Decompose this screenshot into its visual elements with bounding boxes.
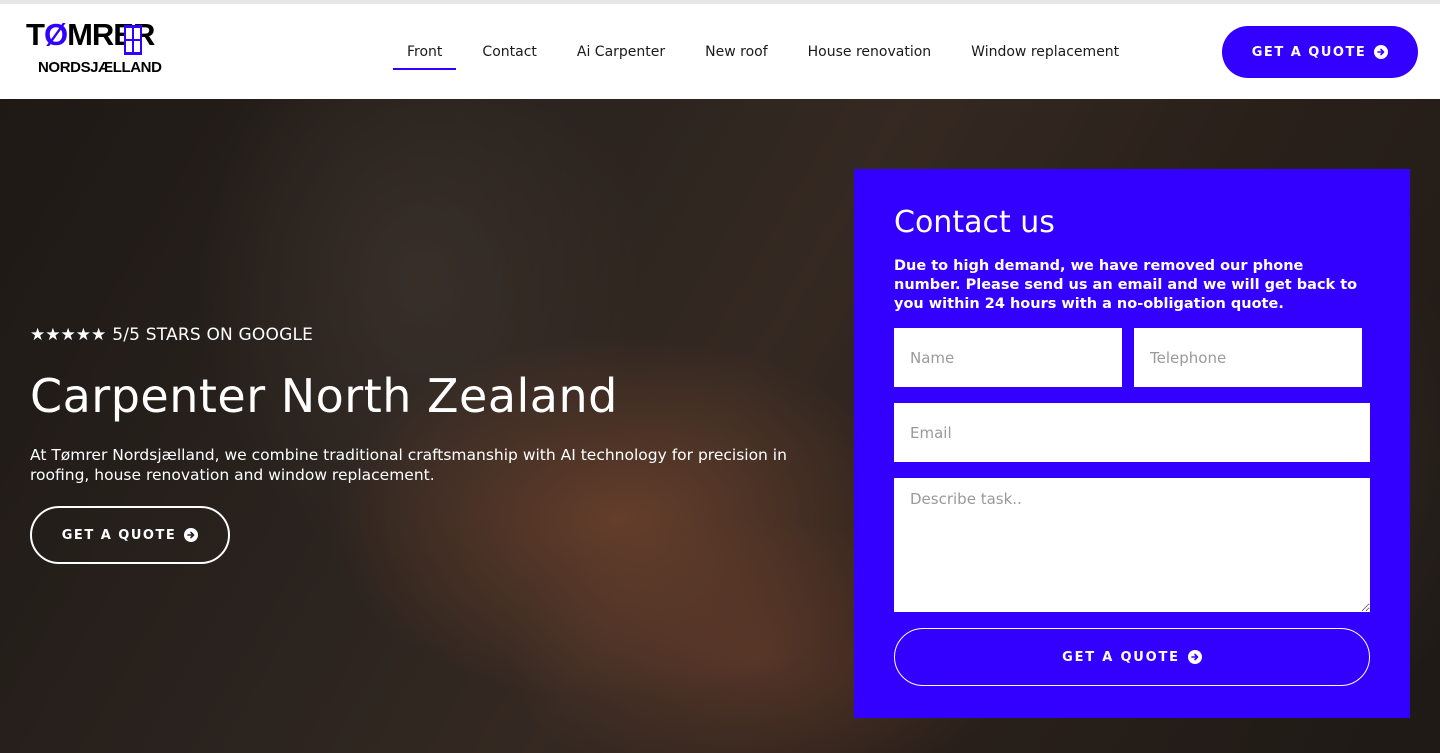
task-description-textarea[interactable] (894, 478, 1370, 612)
nav-item-window-replacement[interactable]: Window replacement (971, 32, 1119, 70)
nav-item-house-renovation[interactable]: House renovation (808, 32, 932, 70)
star-rating-icon: ★★★★★ (30, 325, 107, 345)
logo[interactable]: TØMRER NORDSJÆLLAND (26, 17, 162, 81)
hero-title: Carpenter North Zealand (30, 369, 618, 423)
nav-item-ai-carpenter[interactable]: Ai Carpenter (577, 32, 665, 70)
logo-wordmark-bottom: NORDSJÆLLAND (38, 59, 162, 76)
header-get-quote-button[interactable]: GET A QUOTE (1222, 26, 1418, 78)
main-nav: Front Contact Ai Carpenter New roof Hous… (393, 32, 1159, 72)
site-header: TØMRER NORDSJÆLLAND Front Contact Ai Car… (0, 4, 1440, 99)
contact-title: Contact us (894, 205, 1055, 240)
contact-note: Due to high demand, we have removed our … (894, 258, 1358, 312)
window-logo-icon (124, 25, 142, 55)
telephone-input[interactable] (1134, 328, 1362, 387)
nav-item-new-roof[interactable]: New roof (705, 32, 768, 70)
arrow-circle-right-icon (1187, 650, 1202, 664)
email-input[interactable] (894, 403, 1370, 462)
arrow-circle-right-icon (184, 528, 199, 542)
nav-item-contact[interactable]: Contact (482, 32, 536, 70)
hero-description: At Tømrer Nordsjælland, we combine tradi… (30, 446, 787, 484)
nav-item-front[interactable]: Front (393, 32, 457, 70)
hero-section: ★★★★★ 5/5 STARS ON GOOGLE Carpenter North… (0, 99, 1440, 753)
form-get-quote-label: GET A QUOTE (1062, 649, 1180, 665)
header-get-quote-label: GET A QUOTE (1251, 44, 1367, 60)
arrow-circle-right-icon (1374, 45, 1389, 59)
rating-text: 5/5 STARS ON GOOGLE (112, 325, 314, 345)
google-rating: ★★★★★ 5/5 STARS ON GOOGLE (30, 325, 313, 345)
contact-form-panel: Contact us Due to high demand, we have r… (854, 169, 1410, 718)
name-input[interactable] (894, 328, 1122, 387)
hero-get-quote-label: GET A QUOTE (61, 527, 177, 543)
hero-get-quote-button[interactable]: GET A QUOTE (30, 506, 230, 564)
form-get-quote-button[interactable]: GET A QUOTE (894, 628, 1370, 686)
